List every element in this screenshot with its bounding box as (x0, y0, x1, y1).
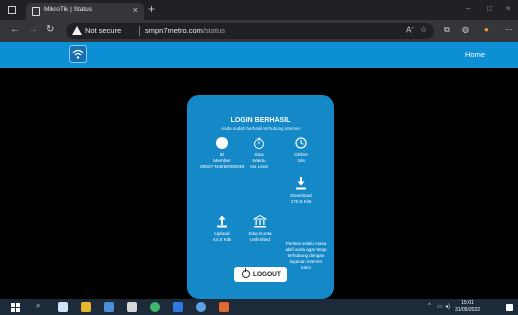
url-path: /status (202, 26, 226, 35)
battery-icon[interactable]: ▭ (437, 303, 443, 310)
upload-stat: Upload 44.0 KiB (202, 215, 242, 244)
app-icon-5[interactable] (219, 302, 229, 312)
windows-start-icon[interactable] (11, 303, 20, 312)
clock-icon (295, 137, 307, 149)
tab-bar: MikroTik | Status × + – □ × (0, 0, 518, 20)
notice-text: Periksa selalu masa aktif anda agar teta… (285, 241, 327, 270)
clock-date: 31/05/2022 (455, 306, 481, 313)
wifi-logo-icon[interactable] (69, 45, 87, 63)
upload-icon (217, 215, 227, 228)
new-tab-button[interactable]: + (148, 3, 155, 15)
favorites-star-icon[interactable]: ☆ (420, 25, 427, 34)
tab-title: MikroTik | Status (44, 6, 93, 13)
url-field[interactable]: Not secure smpn7metro.com/status (66, 23, 434, 39)
login-title: LOGIN BERHASIL (230, 117, 291, 124)
app-icon-3[interactable] (173, 302, 183, 312)
edge-browser-icon[interactable] (150, 302, 160, 312)
power-icon (242, 268, 250, 278)
security-label[interactable]: Not secure (85, 26, 121, 35)
sisa-kuota-value: Unlimited (250, 238, 270, 244)
system-clock[interactable]: 15:01 31/05/2022 (455, 300, 480, 313)
page-icon (32, 7, 40, 16)
online-stat: Online 16s (281, 137, 321, 165)
task-view-icon[interactable] (58, 302, 68, 312)
login-success-card: LOGIN BERHASIL Anda sudah berhasil terhu… (187, 95, 334, 299)
divider (139, 26, 140, 36)
app-icon-4[interactable] (196, 302, 206, 312)
tab-close-icon[interactable]: × (133, 5, 138, 15)
maximize-icon[interactable]: □ (487, 4, 492, 13)
back-icon[interactable]: ← (10, 24, 20, 35)
url-host: smpn7metro.com (145, 26, 203, 35)
sisa-kuota-stat: Sisa Kuota Unlimited (240, 215, 280, 244)
timer-icon (254, 137, 264, 149)
minimize-icon[interactable]: – (466, 4, 470, 13)
window-menu-icon[interactable] (8, 6, 16, 14)
more-menu-icon[interactable]: ⋯ (505, 25, 513, 34)
warning-icon[interactable] (72, 26, 82, 35)
sisa-waktu-value: No Limit (250, 165, 268, 171)
address-bar: ← → ↻ Not secure smpn7metro.com/status A… (0, 20, 518, 42)
file-explorer-icon[interactable] (81, 302, 91, 312)
notification-icon[interactable] (506, 304, 513, 311)
volume-icon[interactable]: ◂) (445, 303, 450, 310)
search-icon[interactable]: ⌕ (36, 301, 40, 311)
browser-tab[interactable]: MikroTik | Status × (26, 3, 144, 20)
profile-icon[interactable]: ● (484, 25, 489, 34)
collections-icon[interactable]: ⧉ (444, 25, 450, 35)
sync-icon[interactable]: ◍ (462, 25, 469, 34)
sisa-waktu-stat: Sisa Waktu No Limit (235, 137, 283, 172)
logout-label: LOGOUT (253, 270, 281, 278)
logout-button[interactable]: LOGOUT (234, 267, 287, 282)
bank-icon (253, 215, 267, 228)
login-subtitle: Anda sudah berhasil terhubung internet (221, 126, 300, 131)
user-icon (216, 137, 228, 149)
tray-arrow-icon[interactable]: ^ (428, 303, 431, 309)
upload-value: 44.0 KiB (212, 238, 232, 244)
online-value: 16s (297, 159, 305, 165)
site-header: Home (0, 42, 518, 68)
download-icon (296, 177, 306, 190)
refresh-icon[interactable]: ↻ (46, 24, 54, 35)
app-icon-1[interactable] (104, 302, 114, 312)
forward-icon[interactable]: → (28, 24, 38, 35)
browser-window: MikroTik | Status × + – □ × ← → ↻ Not se… (0, 0, 518, 315)
read-aloud-icon[interactable]: A» (406, 25, 414, 35)
taskbar: ⌕ ^ ▭ ◂) 15:01 31/05/2022 (0, 299, 518, 315)
url-text[interactable]: smpn7metro.com/status (145, 26, 225, 35)
close-window-icon[interactable]: × (506, 4, 511, 13)
download-stat: Download 170.8 KiB (281, 177, 321, 206)
home-link[interactable]: Home (465, 50, 485, 59)
download-value: 170.8 KiB (290, 200, 312, 206)
app-icon-2[interactable] (127, 302, 137, 312)
